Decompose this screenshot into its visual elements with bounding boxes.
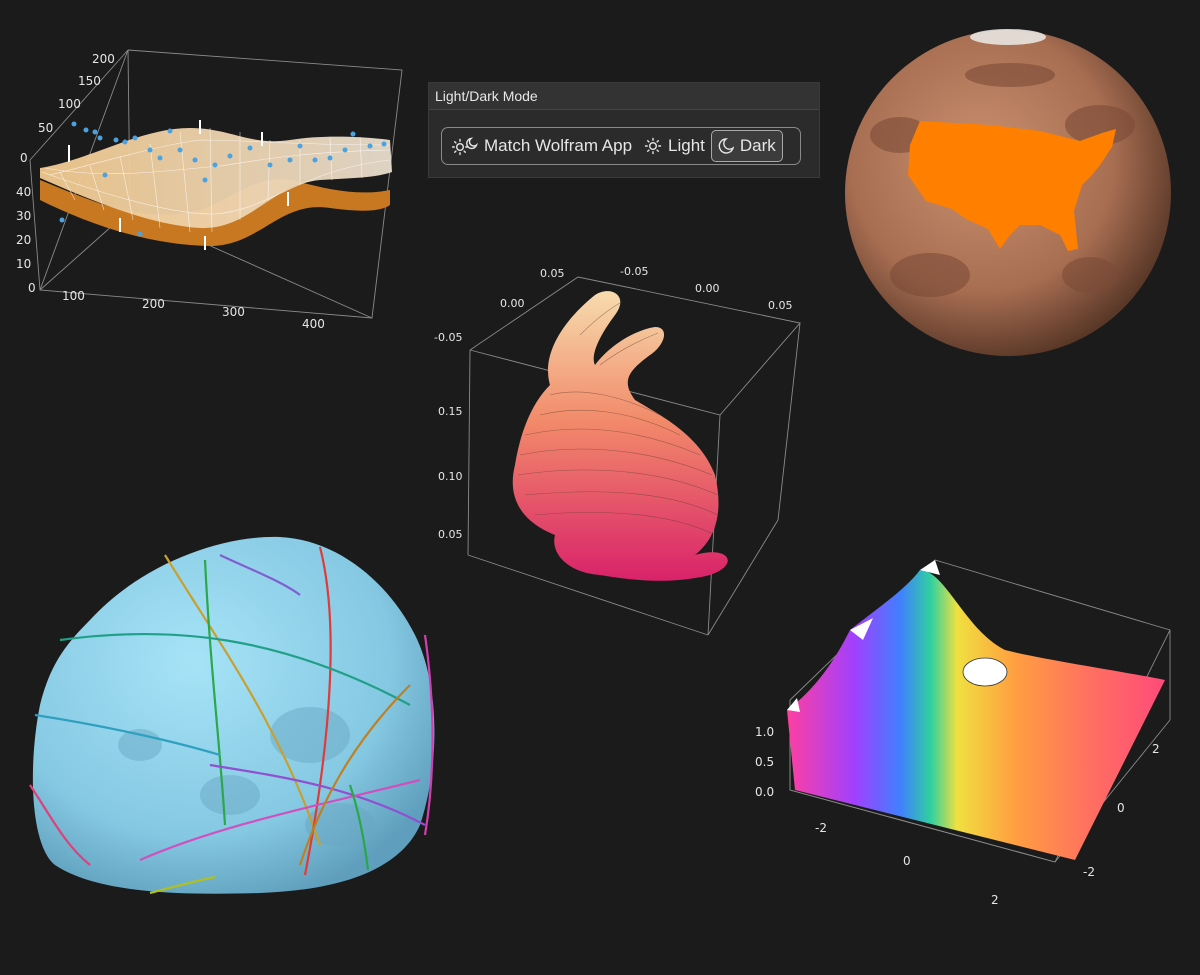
left-tick: 0.10 [438, 470, 463, 483]
bunny-shape [512, 291, 728, 581]
dark-option[interactable]: Dark [710, 130, 783, 162]
top-tick: -0.05 [620, 265, 648, 278]
x-tick: 100 [62, 289, 85, 303]
left-tick: -0.05 [434, 331, 462, 344]
mars-globe [845, 29, 1171, 356]
mode-selector: Match Wolfram App Light Dark [441, 127, 801, 165]
z-tick: 0.0 [755, 785, 774, 799]
clipped-peak [787, 698, 800, 712]
top-tick: 0.05 [540, 267, 565, 280]
x-tick: 400 [302, 317, 325, 331]
x-tick: 200 [142, 297, 165, 311]
left-tick: 0.15 [438, 405, 463, 418]
complex-plot: 1.0 0.5 0.0 -2 0 2 2 0 -2 [755, 559, 1171, 907]
y-tick: -2 [1083, 865, 1095, 879]
top-tick: 0.05 [768, 299, 793, 312]
top-tick: 0.00 [500, 297, 525, 310]
y-tick: 0 [28, 281, 36, 295]
complex-surface [787, 570, 1165, 860]
z-tick: 0.5 [755, 755, 774, 769]
z-tick: 0 [20, 151, 28, 165]
y-tick: 0 [1117, 801, 1125, 815]
moon-icon [718, 138, 734, 154]
x-tick: 2 [991, 893, 999, 907]
pole-hole [962, 657, 1008, 687]
asteroid-shape [32, 536, 435, 894]
sun-moon-icon [452, 137, 478, 156]
x-tick: 0 [903, 854, 911, 868]
y-tick: 10 [16, 257, 31, 271]
z-tick: 50 [38, 121, 53, 135]
x-tick: -2 [815, 821, 827, 835]
panel-title: Light/Dark Mode [429, 83, 819, 110]
match-wolfram-app-label: Match Wolfram App [484, 136, 633, 155]
light-dark-mode-panel: Light/Dark Mode Match Wolfram App Light … [428, 82, 820, 178]
x-tick: 300 [222, 305, 245, 319]
y-tick: 2 [1152, 742, 1160, 756]
polar-cap [970, 29, 1046, 45]
z-tick: 1.0 [755, 725, 774, 739]
y-tick: 20 [16, 233, 31, 247]
z-tick: 100 [58, 97, 81, 111]
asteroid-plot [29, 536, 435, 895]
z-tick: 200 [92, 52, 115, 66]
light-option[interactable]: Light [638, 131, 711, 161]
y-tick: 40 [16, 185, 31, 199]
light-label: Light [668, 136, 705, 155]
top-tick: 0.00 [695, 282, 720, 295]
y-tick: 30 [16, 209, 31, 223]
match-wolfram-app-option[interactable]: Match Wolfram App [446, 131, 638, 161]
sun-icon [644, 137, 662, 155]
dark-label: Dark [739, 136, 776, 155]
z-tick: 150 [78, 74, 101, 88]
surface-plot: 200 150 100 50 0 40 30 20 10 0 100 200 3… [16, 49, 403, 331]
